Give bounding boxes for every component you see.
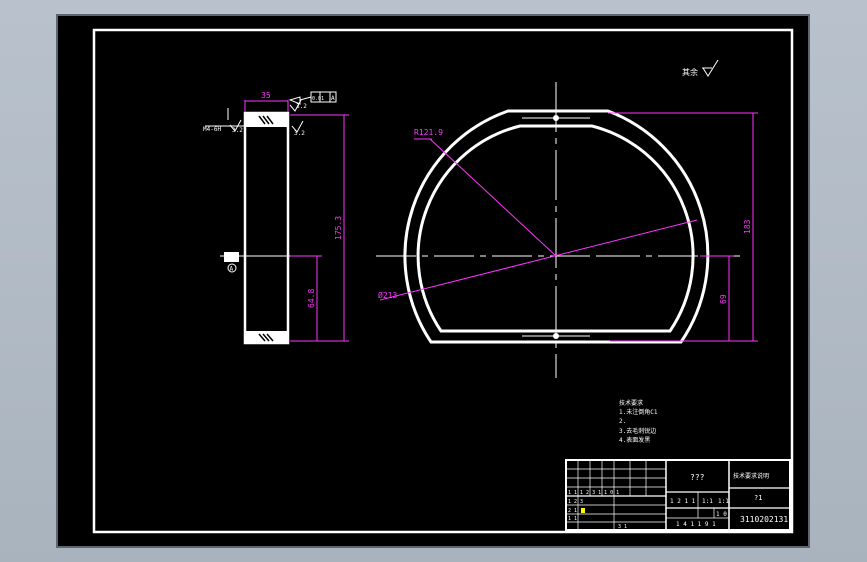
dim-total-height: 183 [743,219,752,234]
note-line-3: 2. [619,418,626,425]
highlight-marker [581,508,585,513]
title-block-text: ??? 技术要求说明 ?1 3110202131 1 2 1 1 1:1 1:1… [568,472,788,530]
technical-notes: 技术要求 1.未注倒角C1 2. 3.去毛刺锐边 4.表面发黑 [619,399,658,444]
scale-value: ?1 [754,494,762,502]
diameter-label: Ø213 [378,290,397,300]
tolerance-value: 0.01 [312,96,324,102]
dim-lower: 64.8 [307,289,316,308]
note-line-2: 1.未注倒角C1 [619,408,658,416]
sheet-border [92,28,794,534]
dim-width: 35 [261,91,271,100]
row-label-3: 1 4 1 1 9 1 [676,521,716,528]
rough-2: 3.2 [294,130,305,137]
qty-label: 1:1 [718,498,729,505]
dim-lower-height: 69 [719,294,728,304]
side-view-body [243,111,290,345]
rough-1: 3.2 [296,103,307,110]
side-view[interactable]: A 35 0.01 A 3.2 3.2 3.2 M4-6H 175.3 64.8 [203,91,349,345]
left-label-3: 1 1 [568,516,577,522]
title-header: 技术要求说明 [733,472,769,480]
surface-mark-text: 其余 [682,67,698,77]
left-label-1: 1 2 3 [568,499,583,505]
part-name: ??? [690,473,705,482]
datum-marker [224,252,239,262]
note-line-4: 3.去毛刺锐边 [619,427,656,435]
rough-3: 3.2 [232,127,243,134]
thread-label: M4-6H [203,126,221,133]
row-label-1: 1 2 1 1 [670,498,696,505]
tolerance-ref: A [331,95,335,102]
dim-height: 175.3 [334,216,343,240]
row-label-2: 1:1 [702,498,713,505]
left-label-4: 3 1 [618,524,627,530]
datum-label: A [230,266,234,273]
radius-label: R121.9 [414,128,443,137]
row-label-4: 1 1 1 2 3 1 1 0 1 [568,490,619,496]
note-line-1: 技术要求 [619,399,643,407]
note-line-5: 4.表面发黑 [619,436,650,444]
sheet-label: 1 0 [716,511,727,518]
front-view[interactable]: R121.9 Ø213 183 69 [376,82,758,378]
drawing-number: 3110202131 [740,515,788,524]
left-label-2: 2 1 [568,508,577,514]
surface-finish-mark: 其余 [682,59,719,77]
cad-drawing[interactable]: 其余 A 35 0.01 A 3.2 3.2 3.2 M4-6H 175.3 6… [0,0,867,562]
